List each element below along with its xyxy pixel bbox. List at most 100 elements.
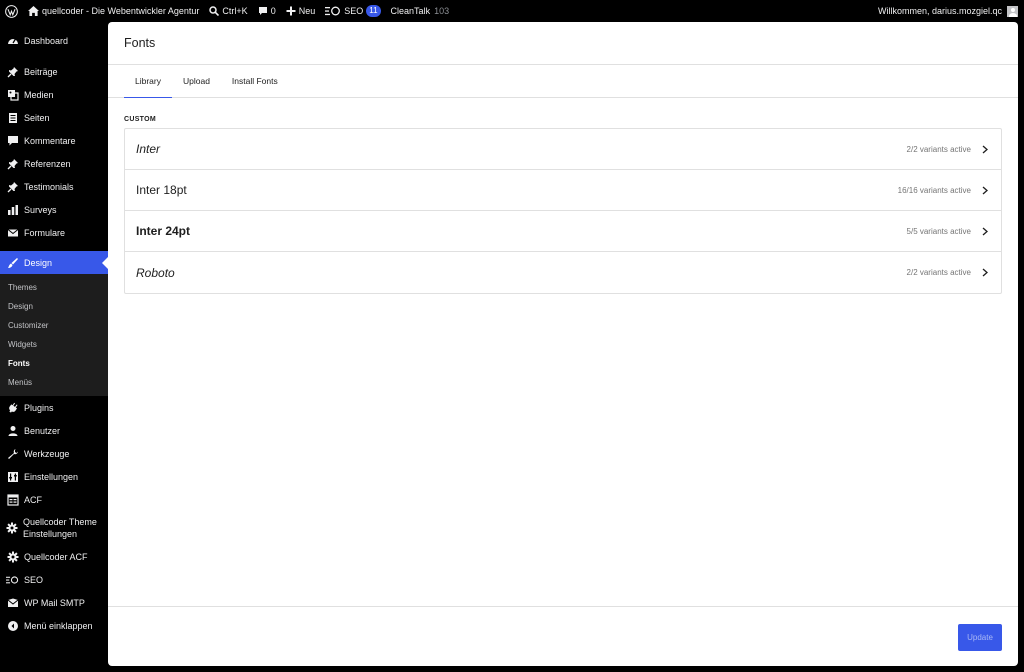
admin-bar: quellcoder - Die Webentwickler Agentur C… — [0, 0, 1024, 22]
command-search-button[interactable]: Ctrl+K — [204, 0, 252, 22]
comments-link[interactable]: 0 — [253, 0, 281, 22]
brush-icon — [6, 256, 19, 269]
sidebar-item-surveys[interactable]: Surveys — [0, 198, 108, 221]
sidebar-item-label: Benutzer — [24, 425, 61, 436]
new-content-link[interactable]: Neu — [281, 0, 321, 22]
settings-icon — [6, 470, 19, 483]
sidebar-item-kommentare[interactable]: Kommentare — [0, 129, 108, 152]
sidebar-item-quellcoder-acf[interactable]: Quellcoder ACF — [0, 545, 108, 568]
font-row[interactable]: Roboto 2/2 variants active — [125, 252, 1001, 293]
update-button[interactable]: Update — [958, 624, 1002, 651]
sidebar-item-seiten[interactable]: Seiten — [0, 106, 108, 129]
submenu-item-fonts[interactable]: Fonts — [0, 354, 108, 373]
sidebar-item-label: Quellcoder Theme Einstellungen — [23, 517, 97, 539]
submenu-item-design[interactable]: Design — [0, 297, 108, 316]
font-row[interactable]: Inter 24pt 5/5 variants active — [125, 211, 1001, 252]
sidebar-item-label: Beiträge — [24, 66, 58, 77]
plugin-icon — [6, 401, 19, 414]
plus-icon — [286, 6, 296, 16]
comment-icon — [258, 6, 268, 16]
tab-bar: Library Upload Install Fonts — [108, 65, 1018, 98]
variants-status: 2/2 variants active — [906, 144, 971, 154]
submenu-item-menüs[interactable]: Menüs — [0, 373, 108, 392]
mail-smtp-icon — [6, 596, 19, 609]
submenu-item-widgets[interactable]: Widgets — [0, 335, 108, 354]
seo-icon — [325, 6, 341, 16]
chevron-right-icon — [980, 268, 990, 278]
sidebar-item-label: Menü einklappen — [24, 620, 93, 631]
sidebar-item-benutzer[interactable]: Benutzer — [0, 419, 108, 442]
sidebar-item-formulare[interactable]: Formulare — [0, 221, 108, 244]
sidebar-item-referenzen[interactable]: Referenzen — [0, 152, 108, 175]
home-icon — [28, 6, 39, 16]
variants-status: 5/5 variants active — [906, 226, 971, 236]
pin-icon — [6, 180, 19, 193]
cleantalk-count: 103 — [434, 6, 450, 16]
font-row[interactable]: Inter 2/2 variants active — [125, 129, 1001, 170]
sidebar-item-label: Quellcoder ACF — [24, 551, 88, 562]
comment-icon — [6, 134, 19, 147]
gear-icon — [6, 522, 18, 535]
sidebar-item-beiträge[interactable]: Beiträge — [0, 60, 108, 83]
design-submenu: Themes Design Customizer Widgets Fonts Menüs — [0, 274, 108, 396]
cleantalk-link[interactable]: CleanTalk 103 — [386, 0, 455, 22]
fonts-panel: Fonts Library Upload Install Fonts CUSTOM … — [108, 22, 1018, 666]
page-header: Fonts — [108, 22, 1018, 65]
sidebar-item-quellcoder-theme-einstellungen[interactable]: Quellcoder Theme Einstellungen — [0, 511, 108, 545]
sidebar-item-wp-mail-smtp[interactable]: WP Mail SMTP — [0, 591, 108, 614]
chevron-right-icon — [980, 185, 990, 195]
footer-bar: Update — [108, 606, 1018, 666]
sidebar-item-seo[interactable]: SEO — [0, 568, 108, 591]
sidebar-item-label: Dashboard — [24, 35, 69, 46]
sidebar-item-acf[interactable]: ACF — [0, 488, 108, 511]
user-icon — [6, 424, 19, 437]
tab-library[interactable]: Library — [124, 65, 172, 98]
sidebar-item-label: Einstellungen — [24, 471, 79, 482]
section-label: CUSTOM — [124, 116, 157, 123]
collapse-icon — [6, 619, 19, 632]
sidebar-item-label: WP Mail SMTP — [24, 597, 85, 608]
sidebar-item-plugins[interactable]: Plugins — [0, 396, 108, 419]
chevron-right-icon — [980, 144, 990, 154]
variants-status: 2/2 variants active — [906, 268, 971, 277]
font-name: Inter 24pt — [136, 224, 191, 238]
tab-install-fonts[interactable]: Install Fonts — [221, 65, 289, 97]
sidebar-item-label: Design — [24, 257, 53, 268]
submenu-item-customizer[interactable]: Customizer — [0, 316, 108, 335]
new-label: Neu — [298, 6, 316, 16]
sidebar-item-label: ACF — [24, 494, 42, 505]
seo-icon — [6, 573, 19, 586]
sidebar-item-einstellungen[interactable]: Einstellungen — [0, 465, 108, 488]
sidebar-item-medien[interactable]: Medien — [0, 83, 108, 106]
site-name-label: quellcoder - Die Webentwickler Agentur — [42, 6, 200, 16]
font-list: Inter 2/2 variants active Inter 18pt 16/16 … — [124, 128, 1002, 294]
variants-status: 16/16 variants active — [897, 185, 971, 195]
tab-upload[interactable]: Upload — [172, 65, 221, 97]
sidebar-item-label: Medien — [24, 89, 54, 100]
sidebar-item-testimonials[interactable]: Testimonials — [0, 175, 108, 198]
sidebar-item-menü-einklappen[interactable]: Menü einklappen — [0, 614, 108, 637]
sidebar-item-label: Kommentare — [24, 135, 76, 146]
site-name-link[interactable]: quellcoder - Die Webentwickler Agentur — [23, 0, 204, 22]
seo-label: SEO — [344, 6, 364, 16]
seo-link[interactable]: SEO 11 — [320, 0, 385, 22]
sidebar-item-design[interactable]: Design — [0, 251, 108, 274]
custom-fonts-section: CUSTOM Inter 2/2 variants active Inter 18p… — [108, 98, 1018, 294]
acf-icon — [6, 493, 19, 506]
dashboard-icon — [6, 34, 19, 47]
gear-icon — [6, 550, 19, 563]
sidebar-item-dashboard[interactable]: Dashboard — [0, 29, 108, 52]
chart-icon — [6, 203, 19, 216]
wordpress-logo-icon[interactable] — [0, 0, 23, 22]
submenu-item-themes[interactable]: Themes — [0, 278, 108, 297]
sidebar-item-werkzeuge[interactable]: Werkzeuge — [0, 442, 108, 465]
font-row[interactable]: Inter 18pt 16/16 variants active — [125, 170, 1001, 211]
account-menu[interactable]: Willkommen, darius.mozgiel.qc — [878, 5, 1024, 17]
seo-count-badge: 11 — [366, 5, 381, 17]
font-name: Inter — [136, 142, 161, 156]
chevron-right-icon — [980, 226, 990, 236]
font-name: Inter 18pt — [136, 183, 187, 197]
wrench-icon — [6, 447, 19, 460]
search-shortcut-label: Ctrl+K — [222, 6, 248, 16]
sidebar-item-label: Referenzen — [24, 158, 71, 169]
